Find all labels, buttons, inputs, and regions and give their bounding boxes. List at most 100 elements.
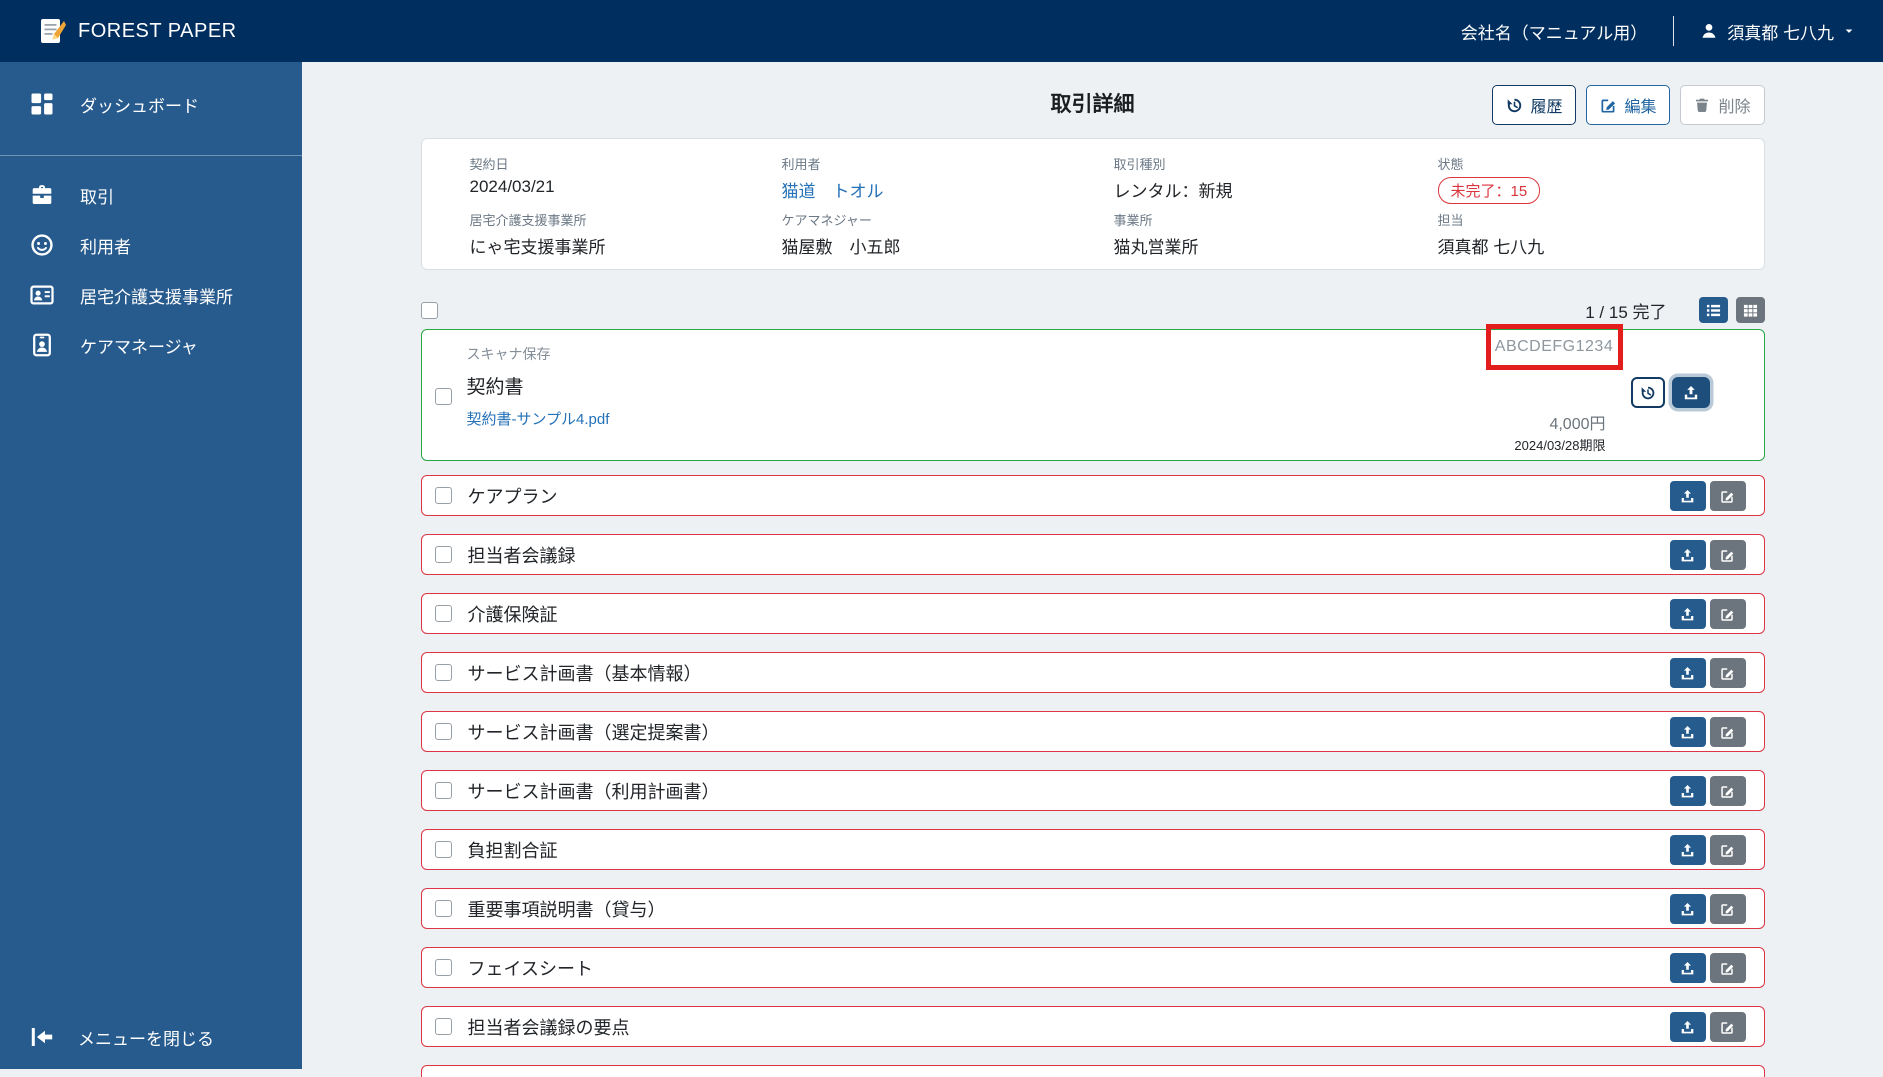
field-value: にゃ宅支援事業所: [469, 238, 606, 257]
history-button[interactable]: 履歴: [1492, 85, 1577, 125]
detail-field-4: 居宅介護支援事業所にゃ宅支援事業所: [470, 210, 782, 258]
document-row-label: サービス計画書（基本情報）: [467, 663, 702, 684]
sidebar-divider: [0, 155, 302, 156]
upload-icon: [1680, 961, 1695, 976]
edit-icon: [1720, 902, 1735, 917]
row-edit-button[interactable]: [1709, 481, 1746, 511]
row-upload-button[interactable]: [1669, 717, 1706, 747]
document-row-8: フェイスシート: [420, 947, 1765, 988]
sidebar: ダッシュボード取引利用者居宅介護支援事業所 ケアマネージャ メニューを閉じる: [0, 62, 302, 1069]
briefcase-icon: [30, 183, 54, 207]
edit-icon: [1720, 1020, 1735, 1035]
document-card-keiyakusho: スキャナ保存 契約書 契約書-サンプル4.pdf ABCDEFG1234 4,0…: [420, 324, 1765, 461]
sidebar-close-menu[interactable]: メニューを閉じる: [0, 1015, 302, 1059]
field-label: 居宅介護支援事業所: [469, 213, 587, 228]
highlight-annotation-box: ABCDEFG1234: [1485, 324, 1623, 370]
sidebar-item-label: 居宅介護支援事業所: [80, 287, 233, 307]
row-edit-button[interactable]: [1709, 540, 1746, 570]
field-value: 2024/03/21: [469, 177, 555, 196]
row-upload-button[interactable]: [1669, 835, 1706, 865]
office-card-icon: [30, 283, 54, 307]
field-value: レンタル：新規: [1113, 182, 1233, 201]
document-checkbox[interactable]: [434, 900, 452, 917]
top-navbar: FOREST PAPER 会社名（マニュアル用） 須真都 七八九: [0, 0, 1883, 62]
document-row-9: 担当者会議録の要点: [420, 1006, 1765, 1047]
document-code: ABCDEFG1234: [1494, 338, 1614, 355]
sidebar-item-1[interactable]: 取引: [0, 173, 302, 217]
edit-button-label: 編集: [1624, 99, 1657, 116]
sidebar-item-4[interactable]: ケアマネージャ: [0, 323, 302, 367]
document-deadline: 2024/03/28期限: [1514, 438, 1606, 453]
sidebar-item-label: 取引: [80, 187, 114, 207]
transaction-details-card: 契約日 2024/03/21 利用者 猫道 トオル 取引種別 レンタル：新規 状態 未完了：1…: [420, 138, 1765, 270]
edit-icon: [1720, 489, 1735, 504]
document-checkbox[interactable]: [434, 487, 452, 504]
row-edit-button[interactable]: [1709, 835, 1746, 865]
row-upload-button[interactable]: [1669, 540, 1706, 570]
row-edit-button[interactable]: [1709, 953, 1746, 983]
delete-button[interactable]: 削除: [1680, 85, 1765, 125]
document-upload-button[interactable]: [1671, 377, 1710, 408]
row-upload-button[interactable]: [1669, 776, 1706, 806]
row-upload-button[interactable]: [1669, 481, 1706, 511]
list-view-icon: [1706, 303, 1721, 318]
sidebar-item-label: ケアマネージャ: [80, 337, 198, 357]
document-row-label: サービス計画書（選定提案書）: [467, 722, 720, 743]
document-checkbox[interactable]: [434, 1018, 452, 1035]
app-brand: FOREST PAPER: [40, 17, 237, 45]
edit-button[interactable]: 編集: [1586, 85, 1671, 125]
upload-icon: [1680, 666, 1695, 681]
history-icon: [1640, 385, 1656, 401]
field-label: 取引種別: [1113, 157, 1166, 172]
row-edit-button[interactable]: [1709, 894, 1746, 924]
field-label: 契約日: [469, 157, 509, 172]
sidebar-close-label: メニューを閉じる: [78, 1029, 214, 1049]
sidebar-item-0[interactable]: ダッシュボード: [0, 82, 302, 126]
row-edit-button[interactable]: [1709, 599, 1746, 629]
document-checkbox[interactable]: [434, 959, 452, 976]
history-icon: [1506, 97, 1523, 114]
document-checkbox[interactable]: [434, 605, 452, 622]
document-history-button[interactable]: [1630, 377, 1665, 408]
document-file-link[interactable]: 契約書-サンプル4.pdf: [467, 408, 610, 429]
row-upload-button[interactable]: [1669, 1012, 1706, 1042]
document-checkbox[interactable]: [434, 664, 452, 681]
row-upload-button[interactable]: [1669, 894, 1706, 924]
row-upload-button[interactable]: [1669, 953, 1706, 983]
row-edit-button[interactable]: [1709, 658, 1746, 688]
document-checkbox[interactable]: [434, 782, 452, 799]
document-checkbox[interactable]: [434, 723, 452, 740]
sidebar-item-label: 利用者: [80, 237, 131, 257]
sidebar-item-3[interactable]: 居宅介護支援事業所: [0, 273, 302, 317]
document-checkbox[interactable]: [434, 546, 452, 563]
document-price: 4,000円: [1549, 416, 1606, 433]
row-edit-button[interactable]: [1709, 776, 1746, 806]
document-row-3: サービス計画書（基本情報）: [420, 652, 1765, 693]
sidebar-item-2[interactable]: 利用者: [0, 223, 302, 267]
row-edit-button[interactable]: [1709, 717, 1746, 747]
edit-icon: [1720, 607, 1735, 622]
list-view-button[interactable]: [1698, 297, 1728, 323]
select-all-checkbox[interactable]: [420, 301, 438, 319]
upload-icon: [1683, 385, 1699, 401]
person-icon: [1700, 22, 1718, 40]
detail-field-0: 契約日 2024/03/21: [470, 154, 782, 204]
main-area: 取引詳細 履歴 編集 削除 契約日 2024/03/21 利用者 猫道 トオル …: [302, 62, 1883, 1077]
edit-icon: [1720, 843, 1735, 858]
upload-icon: [1680, 784, 1695, 799]
field-value-link[interactable]: 猫道 トオル: [782, 177, 1114, 202]
grid-view-button[interactable]: [1735, 297, 1765, 323]
document-checkbox[interactable]: [434, 388, 452, 405]
user-menu[interactable]: 須真都 七八九: [1700, 19, 1855, 44]
upload-icon: [1680, 1020, 1695, 1035]
collapse-menu-icon: [30, 1025, 54, 1049]
company-name: 会社名（マニュアル用）: [1460, 23, 1648, 43]
document-row-5: サービス計画書（利用計画書）: [420, 770, 1765, 811]
detail-field-7: 担当 須真都 七八九: [1438, 210, 1744, 258]
row-upload-button[interactable]: [1669, 599, 1706, 629]
row-edit-button[interactable]: [1709, 1012, 1746, 1042]
row-upload-button[interactable]: [1669, 658, 1706, 688]
status-badge: 未完了：15: [1437, 177, 1541, 204]
document-checkbox[interactable]: [434, 841, 452, 858]
detail-field-5: ケアマネジャー 猫屋敷 小五郎: [782, 210, 1114, 258]
